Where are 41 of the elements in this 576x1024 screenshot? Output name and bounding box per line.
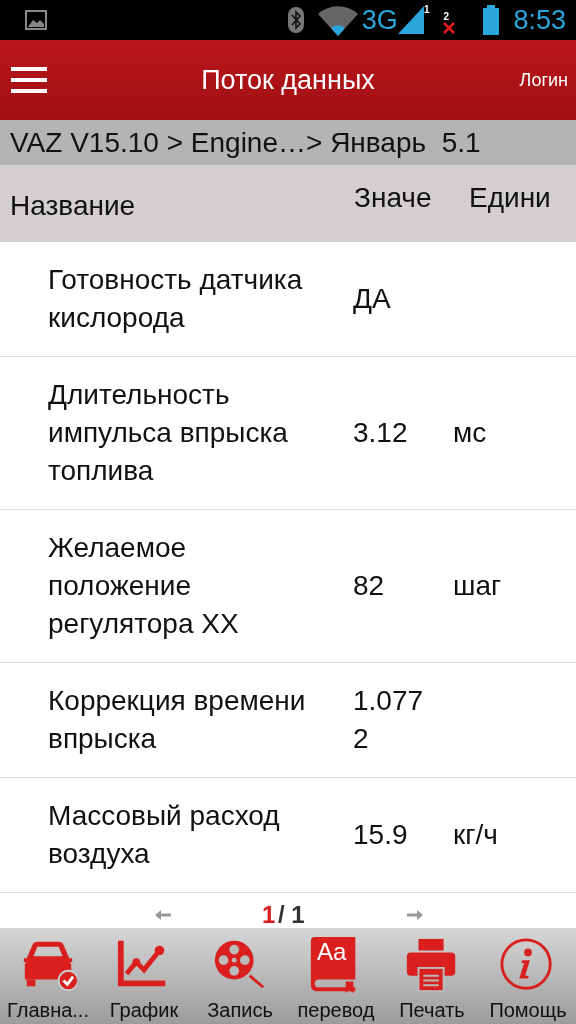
- parameter-value: 15.9: [353, 818, 409, 852]
- icon-letters: Aa: [317, 939, 347, 965]
- parameter-name: Готовность датчика кислорода: [48, 263, 304, 335]
- screen-title: Поток данных: [201, 64, 375, 95]
- parameter-value: ДА: [353, 282, 392, 316]
- parameter-unit: шаг: [453, 569, 503, 603]
- parameter-value: 3.12: [353, 416, 409, 450]
- current-page-number: 1: [262, 902, 276, 928]
- parameter-unit: кг/ч: [453, 818, 499, 852]
- breadcrumb-path: VAZ V15.10 > Engine…> Январь 5.1: [0, 120, 576, 165]
- toolbar-button[interactable]: Печать: [384, 928, 480, 1024]
- battery-icon: [483, 5, 500, 35]
- toolbar-button[interactable]: Главна...: [0, 928, 96, 1024]
- column-header: Название: [9, 188, 137, 222]
- bluetooth-icon: [287, 7, 304, 33]
- parameter-name: Желаемое положение регулятора XX: [48, 531, 240, 641]
- column-header: Значе: [353, 181, 433, 215]
- toolbar-button[interactable]: График: [96, 928, 192, 1024]
- parameter-name: Массовый расход воздуха: [48, 799, 281, 871]
- sim-number: 1: [423, 4, 430, 15]
- next-page-icon[interactable]: [407, 910, 423, 920]
- parameter-name: Коррекция времени впрыска: [48, 684, 307, 756]
- column-header: Едини: [468, 181, 552, 215]
- no-signal-icon: [443, 21, 456, 34]
- page-count: / 1: [278, 902, 305, 928]
- parameter-unit: мс: [453, 416, 488, 450]
- signal-icon: [397, 6, 424, 34]
- clock-time: 8:53: [513, 4, 566, 36]
- toolbar-button[interactable]: Помощь: [480, 928, 576, 1024]
- login-button[interactable]: Логин: [519, 69, 568, 91]
- toolbar-button[interactable]: Запись: [192, 928, 288, 1024]
- toolbar-button[interactable]: Aa перевод: [288, 928, 384, 1024]
- parameter-value: 82: [353, 569, 386, 603]
- wifi-icon: [317, 4, 358, 36]
- parameter-value: 1.0772: [353, 684, 425, 756]
- menu-icon[interactable]: [11, 67, 47, 93]
- previous-page-icon[interactable]: [155, 910, 171, 920]
- parameter-name: Длительность импульса впрыска топлива: [48, 378, 289, 488]
- network-type: 3G: [361, 4, 398, 36]
- image-icon: [25, 10, 47, 30]
- sim-number: 2: [443, 10, 449, 22]
